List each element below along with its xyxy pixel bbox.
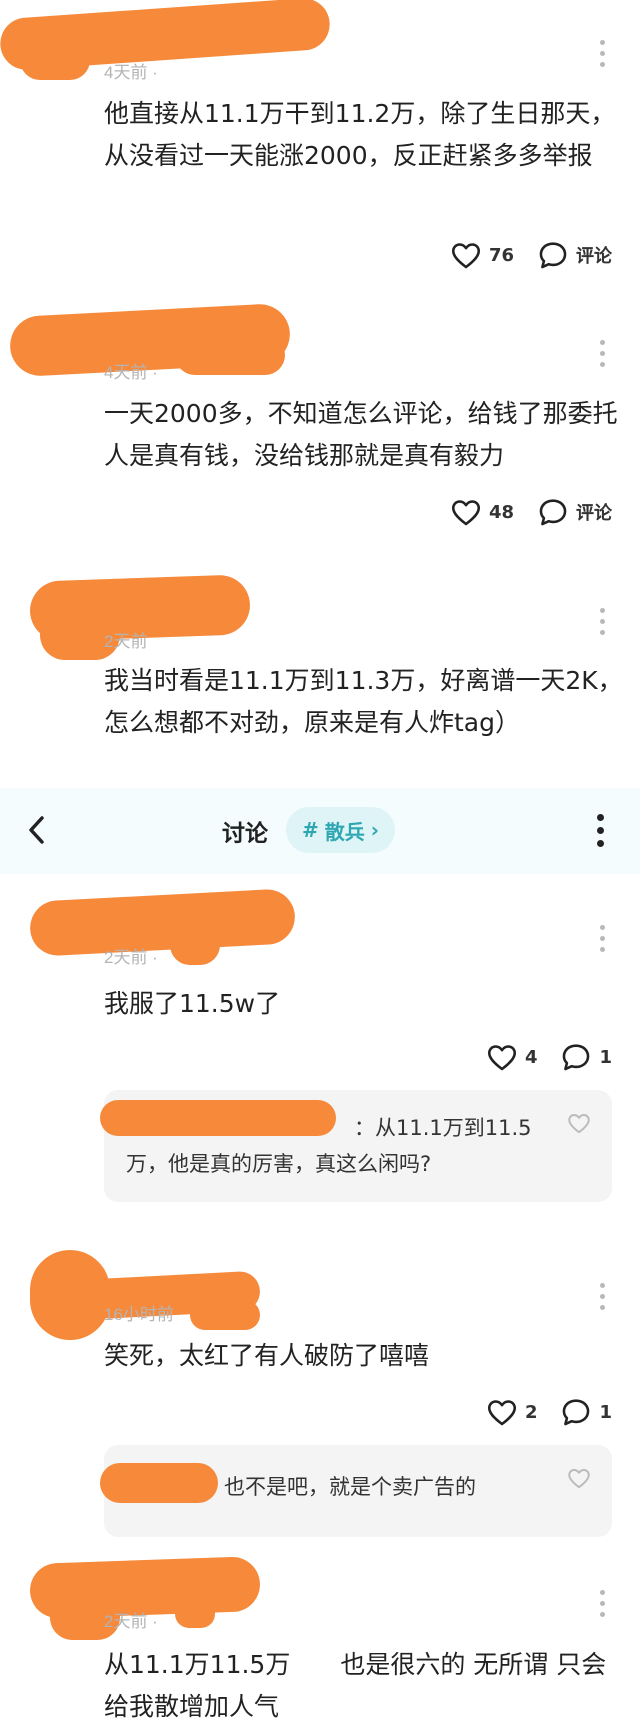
comment-text: 笑死，太红了有人破防了嘻嘻 — [104, 1341, 430, 1370]
redacted-mark — [175, 1600, 215, 1628]
heart-icon — [451, 243, 480, 269]
heart-icon[interactable] — [566, 1110, 592, 1136]
reply-text: 也不是吧，就是个卖广告的 — [224, 1475, 476, 1499]
comment-actions: 48 评论 — [449, 495, 612, 529]
redacted-mark — [20, 40, 90, 80]
page-title: 讨论 — [222, 821, 268, 847]
topic-label: 散兵 — [324, 819, 365, 844]
heart-icon[interactable] — [566, 1465, 592, 1491]
more-options-icon[interactable] — [600, 1283, 608, 1310]
like-button[interactable]: 4 — [485, 1040, 538, 1074]
back-arrow-icon[interactable] — [22, 810, 52, 850]
reply-count: 1 — [599, 1046, 612, 1068]
reply-count: 1 — [599, 1401, 612, 1423]
redacted-mark — [170, 925, 220, 965]
redacted-mark — [190, 1300, 260, 1330]
like-count: 48 — [488, 501, 514, 523]
more-vertical-icon[interactable] — [597, 814, 604, 847]
comment-text: 从11.1万11.5万 也是很六的 无所谓 只会给我散增加人气 — [104, 1650, 607, 1721]
topic-tag-button[interactable]: # 散兵 › — [286, 807, 396, 853]
reply-text: ：从11.1万到11.5万，他是真的厉害，真这么闲吗? — [126, 1116, 532, 1176]
comment-bubble-icon — [563, 1399, 590, 1426]
more-options-icon[interactable] — [600, 925, 608, 952]
comment-time: 4天前 · — [104, 63, 158, 82]
hashtag-icon: # — [302, 818, 319, 842]
like-count: 4 — [524, 1046, 538, 1068]
like-button[interactable]: 2 — [485, 1395, 538, 1429]
reply-preview[interactable]: ：从11.1万到11.5万，他是真的厉害，真这么闲吗? — [100, 1090, 612, 1202]
comment-time: 2天前 · — [104, 948, 158, 967]
redacted-avatar-username — [28, 888, 297, 957]
comment-label: 评论 — [576, 503, 612, 524]
redacted-username — [100, 1463, 218, 1503]
comment-time: 2天前 — [104, 632, 148, 651]
heart-icon — [487, 1400, 516, 1426]
comment-bubble-icon — [539, 499, 567, 526]
comment-text: 我服了11.5w了 — [104, 989, 281, 1018]
comment-label: 评论 — [576, 246, 612, 267]
redacted-mark — [175, 335, 285, 375]
comment-text: 一天2000多，不知道怎么评论，给钱了那委托人是真有钱，没给钱那就是真有毅力 — [104, 399, 618, 470]
comment-time: 2天前 · — [104, 1612, 158, 1631]
more-options-icon[interactable] — [600, 40, 608, 67]
comment-actions: 2 1 — [485, 1395, 612, 1429]
comment-time: 4天前 · — [104, 363, 158, 382]
comment-button[interactable]: 评论 — [536, 495, 612, 529]
more-options-icon[interactable] — [600, 608, 608, 635]
more-options-icon[interactable] — [600, 340, 608, 367]
comment-time: 16小时前 — [104, 1305, 174, 1324]
comment-actions: 4 1 — [485, 1040, 612, 1074]
heart-icon — [487, 1045, 516, 1071]
comment-actions: 76 评论 — [449, 238, 612, 272]
like-button[interactable]: 48 — [449, 495, 514, 529]
comment-bubble-icon — [539, 242, 567, 269]
more-options-icon[interactable] — [600, 1590, 608, 1617]
reply-button[interactable]: 1 — [559, 1395, 612, 1429]
comment-bubble-icon — [563, 1044, 590, 1071]
like-count: 76 — [488, 244, 514, 266]
chevron-right-icon: › — [370, 818, 380, 842]
like-count: 2 — [524, 1401, 538, 1423]
heart-icon — [451, 500, 480, 526]
comment-button[interactable]: 评论 — [536, 238, 612, 272]
comment-text: 他直接从11.1万干到11.2万，除了生日那天，从没看过一天能涨2000，反正赶… — [104, 99, 616, 170]
like-button[interactable]: 76 — [449, 238, 514, 272]
reply-button[interactable]: 1 — [559, 1040, 612, 1074]
discussion-top-bar: 讨论 # 散兵 › — [0, 788, 640, 874]
comment-text: 我当时看是11.1万到11.3万，好离谱一天2K，怎么想都不对劲，原来是有人炸t… — [104, 666, 623, 737]
reply-preview[interactable]: 也不是吧，就是个卖广告的 — [100, 1445, 612, 1537]
